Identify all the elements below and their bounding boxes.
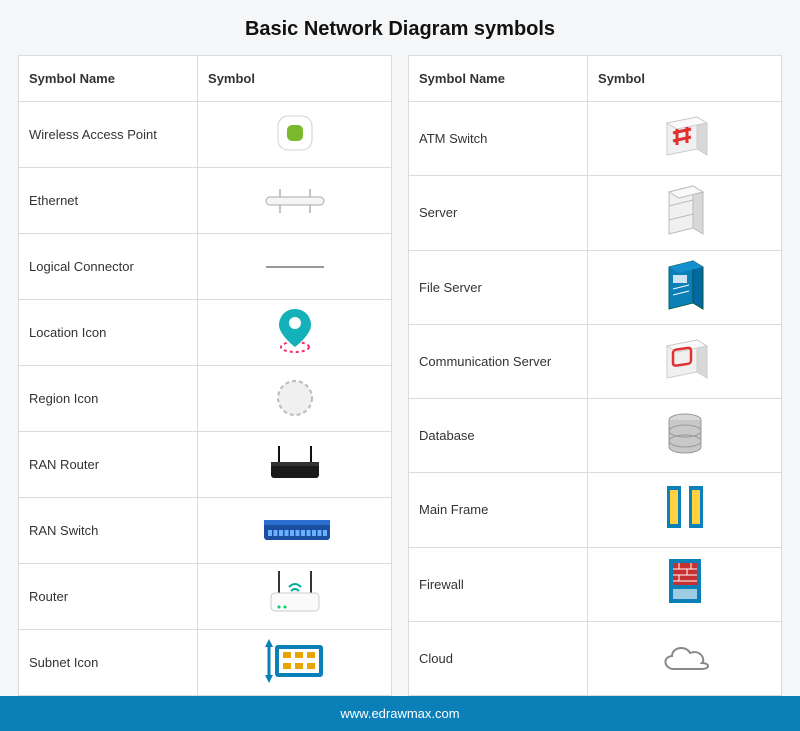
table-row: RAN Router	[19, 432, 392, 498]
symbol-name: Ethernet	[19, 168, 198, 234]
footer-link[interactable]: www.edrawmax.com	[0, 696, 800, 731]
table-row: Database	[409, 399, 782, 473]
symbol-name: Communication Server	[409, 324, 588, 398]
table-row: Router	[19, 564, 392, 630]
symbol-name: Logical Connector	[19, 234, 198, 300]
table-row: Cloud	[409, 621, 782, 695]
table-row: Subnet Icon	[19, 630, 392, 696]
table-row: Ethernet	[19, 168, 392, 234]
page-title: Basic Network Diagram symbols	[0, 0, 800, 55]
router-icon	[198, 564, 392, 630]
header-symbol-right: Symbol	[588, 56, 782, 102]
symbol-name: File Server	[409, 250, 588, 324]
symbol-name: Server	[409, 176, 588, 250]
table-row: Logical Connector	[19, 234, 392, 300]
logical-icon	[198, 234, 392, 300]
symbol-name: Router	[19, 564, 198, 630]
table-row: File Server	[409, 250, 782, 324]
subnet-icon	[198, 630, 392, 696]
location-icon	[198, 300, 392, 366]
symbol-name: Subnet Icon	[19, 630, 198, 696]
cloud-icon	[588, 621, 782, 695]
symbol-name: Main Frame	[409, 473, 588, 547]
tables-container: Symbol Name Symbol Wireless Access Point…	[0, 55, 800, 696]
ranswitch-icon	[198, 498, 392, 564]
symbol-name: Firewall	[409, 547, 588, 621]
symbol-name: Database	[409, 399, 588, 473]
region-icon	[198, 366, 392, 432]
server-icon	[588, 176, 782, 250]
table-row: Region Icon	[19, 366, 392, 432]
symbol-name: ATM Switch	[409, 102, 588, 176]
left-table: Symbol Name Symbol Wireless Access Point…	[18, 55, 392, 696]
ethernet-icon	[198, 168, 392, 234]
firewall-icon	[588, 547, 782, 621]
wap-icon	[198, 102, 392, 168]
right-table: Symbol Name Symbol ATM SwitchServerFile …	[408, 55, 782, 696]
database-icon	[588, 399, 782, 473]
table-row: RAN Switch	[19, 498, 392, 564]
header-name-left: Symbol Name	[19, 56, 198, 102]
ranrouter-icon	[198, 432, 392, 498]
table-row: Communication Server	[409, 324, 782, 398]
fileserver-icon	[588, 250, 782, 324]
symbol-name: Wireless Access Point	[19, 102, 198, 168]
table-row: Main Frame	[409, 473, 782, 547]
table-row: ATM Switch	[409, 102, 782, 176]
commserver-icon	[588, 324, 782, 398]
header-name-right: Symbol Name	[409, 56, 588, 102]
table-row: Location Icon	[19, 300, 392, 366]
table-row: Server	[409, 176, 782, 250]
symbol-name: RAN Router	[19, 432, 198, 498]
symbol-name: Region Icon	[19, 366, 198, 432]
symbol-name: RAN Switch	[19, 498, 198, 564]
atmswitch-icon	[588, 102, 782, 176]
header-symbol-left: Symbol	[198, 56, 392, 102]
mainframe-icon	[588, 473, 782, 547]
table-row: Firewall	[409, 547, 782, 621]
symbol-name: Cloud	[409, 621, 588, 695]
symbol-name: Location Icon	[19, 300, 198, 366]
table-row: Wireless Access Point	[19, 102, 392, 168]
